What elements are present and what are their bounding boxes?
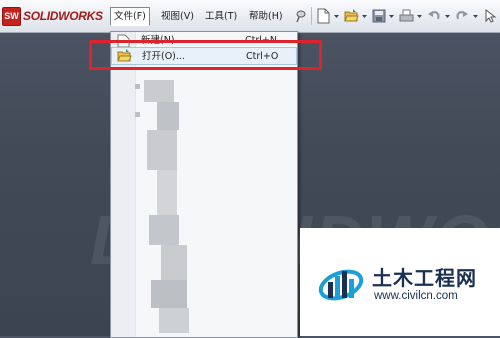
chevron-down-icon[interactable] — [416, 8, 423, 24]
toolbar-separator — [311, 7, 312, 25]
blurred-menu-content — [157, 170, 177, 215]
solidworks-logo: SW SOLIDWORKS — [2, 7, 103, 26]
blurred-menu-content — [144, 80, 174, 102]
blurred-icon — [135, 112, 140, 117]
save-icon[interactable] — [372, 8, 386, 24]
undo-icon[interactable] — [427, 8, 441, 24]
chevron-down-icon[interactable] — [333, 8, 340, 24]
watermark-title: 土木工程网 — [372, 266, 477, 290]
open-folder-icon[interactable] — [344, 8, 359, 24]
watermark-url: www.civilcn.com — [374, 290, 458, 302]
civilcn-logo-icon — [318, 269, 364, 301]
blurred-menu-content — [157, 102, 179, 130]
menu-view[interactable]: 视图(V) — [158, 8, 197, 26]
logo-text: SOLIDWORKS — [23, 9, 103, 23]
blurred-menu-content — [161, 245, 187, 280]
blurred-icon — [135, 84, 140, 89]
menu-help[interactable]: 帮助(H) — [246, 8, 286, 26]
file-menu-dropdown: 新建(N)... Ctrl+N 打开(O)... Ctrl+O — [110, 31, 298, 338]
chevron-down-icon[interactable] — [444, 8, 451, 24]
chevron-down-icon[interactable] — [472, 8, 479, 24]
blurred-menu-content — [159, 308, 189, 333]
blurred-menu-content — [147, 130, 177, 170]
chevron-down-icon[interactable] — [388, 8, 395, 24]
logo-badge: SW — [2, 7, 21, 26]
print-icon[interactable] — [399, 8, 414, 24]
new-document-icon[interactable] — [317, 8, 330, 24]
blurred-menu-content — [151, 280, 187, 308]
menu-tools[interactable]: 工具(T) — [202, 8, 240, 26]
select-icon[interactable] — [483, 8, 497, 24]
highlight-annotation-box — [89, 40, 322, 70]
pin-icon[interactable] — [294, 8, 308, 24]
menu-icon-gutter — [111, 32, 136, 337]
title-bar: SW SOLIDWORKS 文件(F) 视图(V) 工具(T) 帮助(H) — [0, 0, 500, 33]
menu-file[interactable]: 文件(F) — [110, 7, 150, 26]
blurred-menu-content — [149, 215, 179, 245]
redo-icon[interactable] — [455, 8, 469, 24]
chevron-down-icon[interactable] — [361, 8, 368, 24]
